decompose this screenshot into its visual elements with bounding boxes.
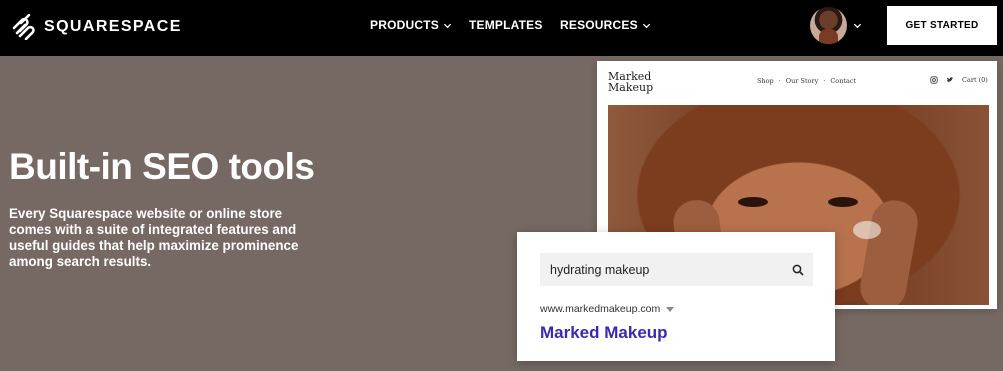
preview-link-divider: · (823, 77, 826, 85)
instagram-icon (930, 76, 938, 84)
preview-brand-line2: Makeup (608, 81, 654, 94)
photo-eye-right (828, 197, 858, 207)
result-url-text: www.markedmakeup.com (540, 303, 661, 315)
preview-link-divider: · (778, 77, 781, 85)
preview-utility-icons: Cart (0) (930, 76, 988, 84)
preview-link-shop: Shop (757, 77, 774, 85)
chevron-down-icon (853, 23, 862, 29)
nav-templates-label: TEMPLATES (469, 18, 543, 32)
nav-products[interactable]: PRODUCTS (370, 18, 452, 32)
account-menu[interactable] (810, 7, 862, 44)
get-started-button[interactable]: GET STARTED (887, 6, 997, 45)
chevron-down-icon (642, 23, 650, 28)
twitter-icon (946, 77, 954, 82)
caret-down-icon[interactable] (666, 306, 675, 312)
top-navigation-bar: SQUARESPACE PRODUCTS TEMPLATES RESOURCES… (0, 0, 1003, 56)
brand-name: SQUARESPACE (44, 18, 182, 35)
preview-link-our-story: Our Story (785, 77, 819, 85)
search-input[interactable]: hydrating makeup (540, 253, 813, 286)
search-result-title-link[interactable]: Marked Makeup (540, 323, 668, 343)
search-query: hydrating makeup (550, 262, 650, 277)
search-result-card: hydrating makeup www.markedmakeup.com Ma… (517, 232, 835, 361)
preview-link-contact: Contact (830, 77, 857, 85)
search-result-url: www.markedmakeup.com (540, 303, 675, 315)
nav-resources-label: RESOURCES (560, 18, 638, 32)
avatar (810, 7, 847, 44)
nav-templates[interactable]: TEMPLATES (469, 18, 543, 32)
photo-hand-right (856, 196, 922, 305)
photo-eye-left (738, 197, 768, 207)
page-title: Built-in SEO tools (9, 146, 315, 187)
squarespace-logo[interactable]: SQUARESPACE (10, 14, 182, 40)
photo-cream (853, 221, 881, 239)
squarespace-logo-icon (12, 14, 35, 40)
preview-brand: Marked Makeup (608, 71, 653, 93)
preview-nav: Shop · Our Story · Contact (757, 77, 856, 85)
nav-resources[interactable]: RESOURCES (560, 18, 651, 32)
search-icon[interactable] (792, 264, 804, 276)
nav-products-label: PRODUCTS (370, 18, 439, 32)
preview-cart: Cart (0) (962, 76, 988, 84)
hero-description: Every Squarespace website or online stor… (9, 206, 299, 269)
chevron-down-icon (443, 23, 452, 28)
